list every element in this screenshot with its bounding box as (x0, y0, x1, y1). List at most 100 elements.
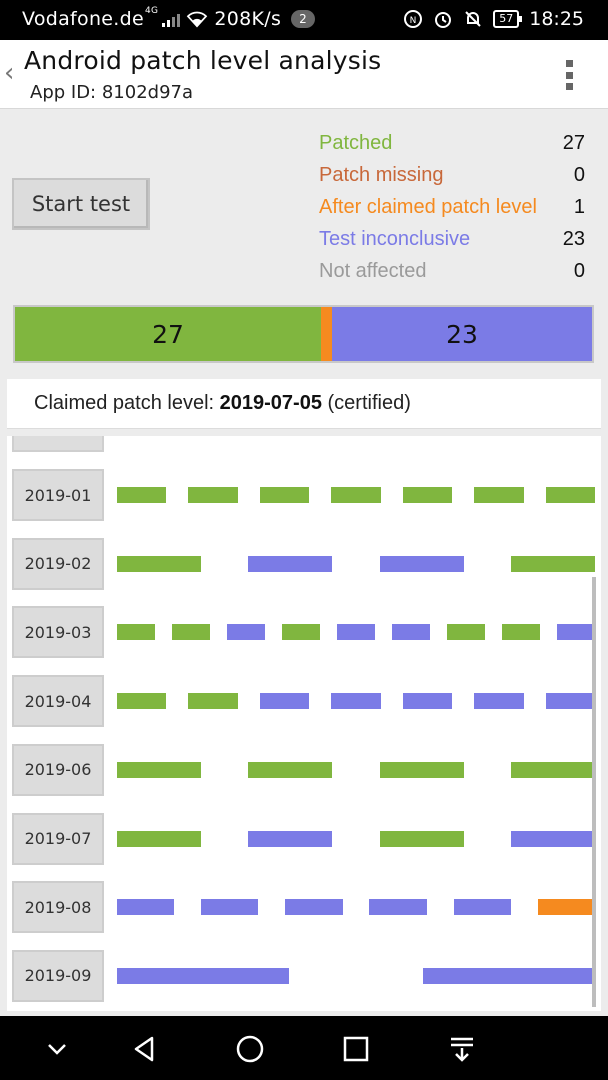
carrier-label: Vodafone.de (22, 8, 144, 30)
svg-text:N: N (410, 16, 417, 26)
test-result-bar[interactable] (511, 555, 595, 572)
app-bar: ‹ Android patch level analysis App ID: 8… (0, 40, 608, 109)
test-result-bar[interactable] (391, 624, 431, 641)
claimed-date: 2019-07-05 (219, 392, 322, 414)
legend-row: Patch missing 0 (319, 162, 589, 194)
test-result-bar[interactable] (248, 555, 333, 572)
test-result-bar[interactable] (117, 487, 167, 503)
nav-notifications-icon[interactable] (447, 1034, 477, 1064)
test-result-bar[interactable] (379, 555, 464, 572)
overflow-menu-icon[interactable] (566, 60, 574, 90)
test-result-bar[interactable] (369, 899, 427, 916)
month-button[interactable]: 2019-07 (12, 812, 104, 865)
test-result-bar[interactable] (259, 693, 310, 710)
legend-row: Test inconclusive 23 (319, 226, 589, 258)
legend-count: 1 (573, 196, 585, 218)
month-button[interactable]: 2019-02 (12, 537, 104, 590)
test-result-bar[interactable] (248, 830, 333, 847)
test-result-bar[interactable] (117, 967, 290, 984)
back-chevron-icon[interactable]: ‹ (4, 58, 14, 88)
test-result-bar[interactable] (188, 693, 238, 710)
nav-home-icon[interactable] (235, 1034, 265, 1064)
test-result-bar[interactable] (117, 761, 201, 778)
test-result-bar[interactable] (402, 487, 453, 503)
clock: 18:25 (529, 8, 584, 30)
test-result-bar[interactable] (285, 899, 343, 916)
legend-row: Patched 27 (319, 130, 589, 162)
page-title: Android patch level analysis (24, 46, 382, 75)
test-result-bar[interactable] (556, 624, 595, 641)
summary-after-claimed-segment (321, 307, 332, 361)
test-result-bar[interactable] (336, 624, 376, 641)
test-result-bar[interactable] (117, 693, 167, 710)
test-result-bar[interactable] (545, 693, 595, 710)
claimed-suffix: (certified) (321, 392, 411, 414)
test-result-bar[interactable] (511, 761, 595, 778)
test-result-bar[interactable] (474, 693, 524, 710)
test-result-bar[interactable] (171, 624, 211, 641)
legend-label: After claimed patch level (319, 196, 537, 218)
test-result-bar[interactable] (422, 967, 595, 984)
test-result-bar[interactable] (537, 899, 595, 916)
month-button[interactable]: 2019-06 (12, 743, 104, 796)
month-button[interactable]: 2019-03 (12, 606, 104, 659)
month-row: 2019-02 (7, 537, 601, 596)
alarm-icon (433, 9, 453, 29)
test-result-bar[interactable] (331, 693, 381, 710)
legend-count: 0 (573, 164, 585, 186)
test-result-bar[interactable] (117, 624, 156, 641)
month-button[interactable]: 2019-04 (12, 675, 104, 728)
test-result-bar[interactable] (117, 899, 175, 916)
test-result-bar[interactable] (188, 487, 238, 503)
legend-count: 23 (562, 228, 585, 250)
test-result-bar[interactable] (402, 693, 453, 710)
nav-back-icon[interactable] (130, 1034, 160, 1064)
data-saver-icon: N (403, 9, 423, 29)
month-button[interactable]: 2019-09 (12, 949, 104, 1002)
signal-icon (162, 11, 181, 27)
legend-row: After claimed patch level 1 (319, 194, 589, 226)
network-speed: 208K/s (214, 8, 282, 30)
start-test-button[interactable]: Start test (12, 178, 150, 230)
summary-patched-segment: 27 (15, 307, 321, 361)
month-button[interactable]: 2019-01 (12, 469, 104, 521)
claimed-prefix: Claimed patch level: (34, 392, 220, 414)
month-results-list[interactable]: 2019-01 2019-02 2019-03 2019-04 2019-06 2019-… (7, 436, 601, 1011)
nav-recents-icon[interactable] (341, 1034, 371, 1064)
legend-label: Not affected (319, 260, 427, 282)
test-result-bar[interactable] (446, 624, 486, 641)
test-result-bar[interactable] (501, 624, 541, 641)
result-legend: Patched 27 Patch missing 0 After claimed pat… (319, 130, 589, 290)
month-button[interactable]: 2019-08 (12, 881, 104, 934)
legend-count: 0 (573, 260, 585, 282)
test-result-bar[interactable] (201, 899, 259, 916)
test-result-bar[interactable] (331, 487, 381, 503)
navigation-bar (0, 1016, 608, 1080)
scrollbar[interactable] (592, 577, 596, 1007)
mute-icon (463, 9, 483, 29)
test-result-bar[interactable] (248, 761, 333, 778)
test-result-bar[interactable] (545, 487, 595, 503)
test-result-bar[interactable] (379, 830, 464, 847)
month-row: 2019-03 (7, 606, 601, 664)
battery-icon: 57 (493, 10, 523, 28)
test-result-bar[interactable] (259, 487, 310, 503)
legend-count: 27 (562, 132, 585, 154)
test-result-bar[interactable] (281, 624, 321, 641)
test-result-bar[interactable] (453, 899, 511, 916)
month-row: 2019-01 (7, 469, 601, 527)
test-result-bar[interactable] (117, 830, 201, 847)
test-result-bar[interactable] (226, 624, 266, 641)
legend-row: Not affected 0 (319, 258, 589, 290)
test-result-bar[interactable] (511, 830, 595, 847)
month-row: 2019-08 (7, 881, 601, 939)
claimed-patch-level: Claimed patch level: 2019-07-05 (certifi… (7, 379, 601, 429)
legend-label: Patched (319, 132, 393, 154)
test-result-bar[interactable] (474, 487, 524, 503)
nav-down-icon[interactable] (42, 1034, 72, 1064)
test-result-bar[interactable] (379, 761, 464, 778)
test-result-bar[interactable] (117, 555, 201, 572)
status-bar: Vodafone.de 4G 208K/s 2 N 57 18:25 (0, 0, 608, 40)
month-row: 2019-06 (7, 743, 601, 802)
partial-month-button[interactable] (12, 436, 104, 452)
